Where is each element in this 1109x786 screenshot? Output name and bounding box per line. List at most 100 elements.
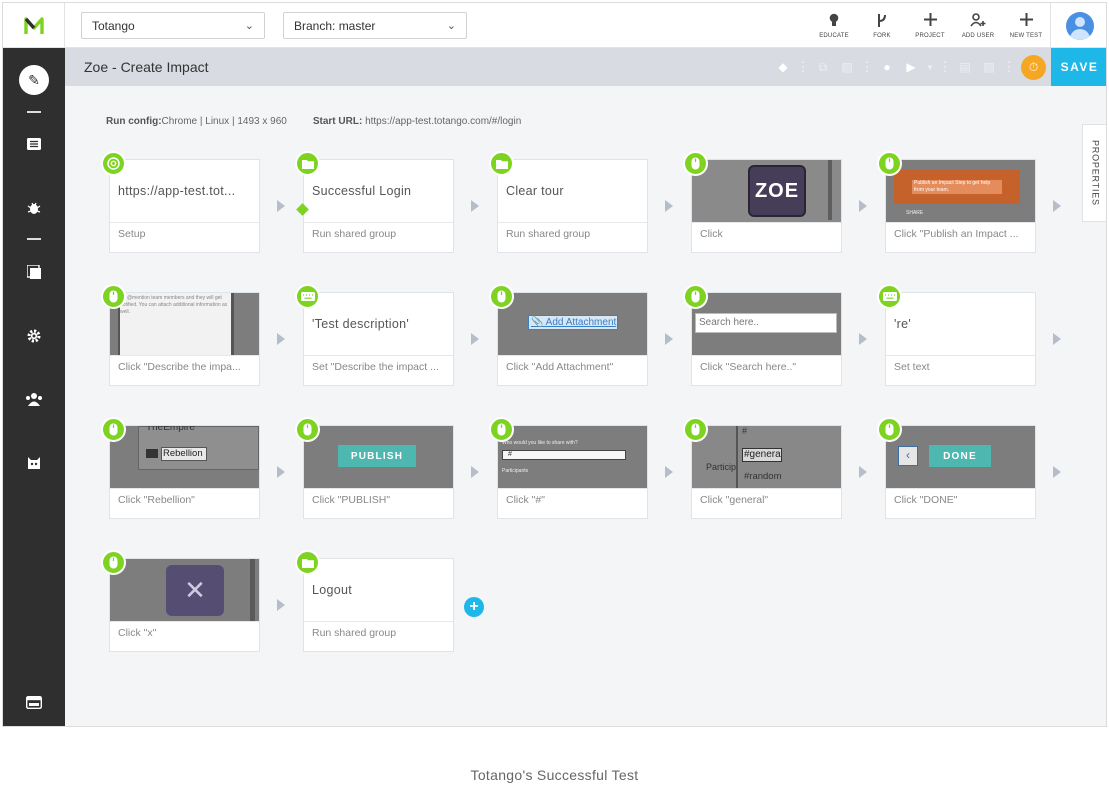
test-canvas: Run config:Chrome | Linux | 1493 x 960 St… (65, 86, 1106, 726)
step-arrow-icon (1053, 466, 1061, 478)
save-as-icon[interactable]: ▤ (953, 60, 977, 74)
step-card[interactable]: Logout Run shared group (295, 550, 454, 652)
step-arrow-icon (1053, 200, 1061, 212)
avatar[interactable] (1065, 11, 1094, 40)
step-card[interactable]: PUBLISH Click "PUBLISH" (295, 417, 454, 519)
add-step-button[interactable]: + (464, 597, 484, 617)
record-icon[interactable]: ● (875, 60, 899, 74)
lightbulb-icon (828, 13, 840, 29)
logo-icon (23, 16, 44, 34)
step-arrow-icon (277, 333, 285, 345)
separator-dots-icon: ⋮ (796, 59, 810, 74)
fork-button[interactable]: FORK (858, 3, 906, 48)
folder-icon (295, 151, 320, 176)
step-title: Clear tour (498, 160, 647, 223)
play-icon[interactable]: ▶ (899, 60, 923, 74)
step-caption: Click "Describe the impa... (118, 361, 241, 373)
step-card[interactable]: Particip # #genera #random Click "general" (683, 417, 842, 519)
step-screenshot: PUBLISH (304, 426, 453, 489)
logo[interactable] (3, 3, 65, 48)
step-arrow-icon (277, 599, 285, 611)
step-card[interactable]: ZOE Click (683, 151, 842, 253)
fork-icon (876, 13, 888, 29)
educate-button[interactable]: EDUCATE (810, 3, 858, 48)
run-info: Run config:Chrome | Linux | 1493 x 960 St… (106, 116, 521, 127)
play-options-chevron-icon[interactable]: ▼ (923, 63, 937, 72)
step-arrow-icon (471, 200, 479, 212)
step-card[interactable]: 're' Set text (877, 284, 1036, 386)
step-card[interactable]: ‹ DONE Click "DONE" (877, 417, 1036, 519)
copy-icon[interactable]: ⧉ (811, 60, 835, 75)
figure-caption: Totango's Successful Test (470, 767, 639, 783)
screenshot-text: # (508, 451, 512, 458)
mouse-icon (101, 550, 126, 575)
start-url-value[interactable]: https://app-test.totango.com/#/login (365, 116, 521, 127)
mouse-icon (683, 151, 708, 176)
chevron-down-icon: ⌄ (244, 20, 254, 32)
trash-icon[interactable]: ▧ (977, 60, 1001, 74)
step-card[interactable]: 'Test description' Set "Describe the impa… (295, 284, 454, 386)
properties-tab[interactable]: PROPERTIES (1082, 124, 1106, 222)
user-menu[interactable] (1050, 3, 1106, 48)
keyboard-icon (295, 284, 320, 309)
properties-label: PROPERTIES (1090, 140, 1101, 206)
separator-dots-icon: ⋮ (938, 59, 952, 74)
add-user-button[interactable]: ADD USER (954, 3, 1002, 48)
test-title-bar: Zoe - Create Impact ◆ ⋮ ⧉ ▧ ⋮ ● ▶ ▼ ⋮ ▤ … (65, 48, 1106, 86)
step-card[interactable]: Successful Login Run shared group (295, 151, 454, 253)
branch-select[interactable]: Branch: master ⌄ (283, 12, 467, 39)
step-arrow-icon (277, 200, 285, 212)
project-select[interactable]: Totango ⌄ (81, 12, 265, 39)
mouse-icon (489, 417, 514, 442)
step-caption: Click "DONE" (894, 494, 958, 506)
bug-icon[interactable] (3, 193, 65, 223)
step-caption: Click "Rebellion" (118, 494, 195, 506)
screenshot-text: an @mention team members and they will g… (118, 293, 232, 355)
step-card[interactable]: ✕ Click "x" (101, 550, 260, 652)
screenshot-text: Search here.. (695, 313, 837, 333)
step-card[interactable]: Who would you like to share with? # Partic… (489, 417, 648, 519)
step-caption: Click "#" (506, 494, 545, 506)
gear-icon[interactable] (3, 321, 65, 351)
panel-icon[interactable] (3, 687, 65, 717)
step-title: Successful Login (304, 160, 453, 223)
timer-icon[interactable]: ⏱ (1021, 54, 1046, 80)
step-card[interactable]: Clear tour Run shared group (489, 151, 648, 253)
run-config-label: Run config: (106, 116, 162, 127)
pencil-icon[interactable]: ✎ (19, 65, 49, 95)
step-arrow-icon (1053, 333, 1061, 345)
new-project-button[interactable]: PROJECT (906, 3, 954, 48)
suites-icon[interactable] (3, 257, 65, 287)
step-screenshot: Who would you like to share with? # Partic… (498, 426, 647, 489)
mouse-icon (877, 151, 902, 176)
step-arrow-icon (859, 466, 867, 478)
new-test-button[interactable]: NEW TEST (1002, 3, 1050, 48)
project-select-value: Totango (92, 18, 135, 33)
step-card[interactable]: an @mention team members and they will g… (101, 284, 260, 386)
list-icon[interactable] (3, 129, 65, 159)
step-caption: Run shared group (312, 228, 397, 240)
trash-icon[interactable]: ▧ (835, 60, 859, 74)
step-title: 'Test description' (304, 293, 453, 356)
tag-icon[interactable]: ◆ (771, 60, 795, 74)
step-caption: Click "Search here.." (700, 361, 797, 373)
step-caption: Setup (118, 228, 146, 240)
step-card[interactable]: Search here.. Click "Search here.." (683, 284, 842, 386)
step-caption: Click (700, 228, 723, 240)
app-window: Totango ⌄ Branch: master ⌄ EDUCATE FORK (2, 2, 1107, 727)
step-card[interactable]: TheEmpire Rebellion Click "Rebellion" (101, 417, 260, 519)
step-arrow-icon (859, 200, 867, 212)
educate-label: EDUCATE (819, 32, 849, 39)
step-arrow-icon (471, 466, 479, 478)
team-icon[interactable] (3, 384, 65, 414)
sidebar-divider (27, 111, 41, 113)
mouse-icon (101, 284, 126, 309)
keyboard-icon (877, 284, 902, 309)
step-card[interactable]: 📎 Add Attachment Click "Add Attachment" (489, 284, 648, 386)
integrations-icon[interactable] (3, 448, 65, 478)
run-config-value: Chrome | Linux | 1493 x 960 (161, 116, 287, 127)
save-button[interactable]: SAVE (1051, 48, 1106, 86)
test-toolbar: ◆ ⋮ ⧉ ▧ ⋮ ● ▶ ▼ ⋮ ▤ ▧ ⋮ ⏱ (771, 48, 1046, 86)
step-card[interactable]: https://app-test.tot... Setup (101, 151, 260, 253)
step-card[interactable]: Publish an Impact Step to get help from … (877, 151, 1036, 253)
